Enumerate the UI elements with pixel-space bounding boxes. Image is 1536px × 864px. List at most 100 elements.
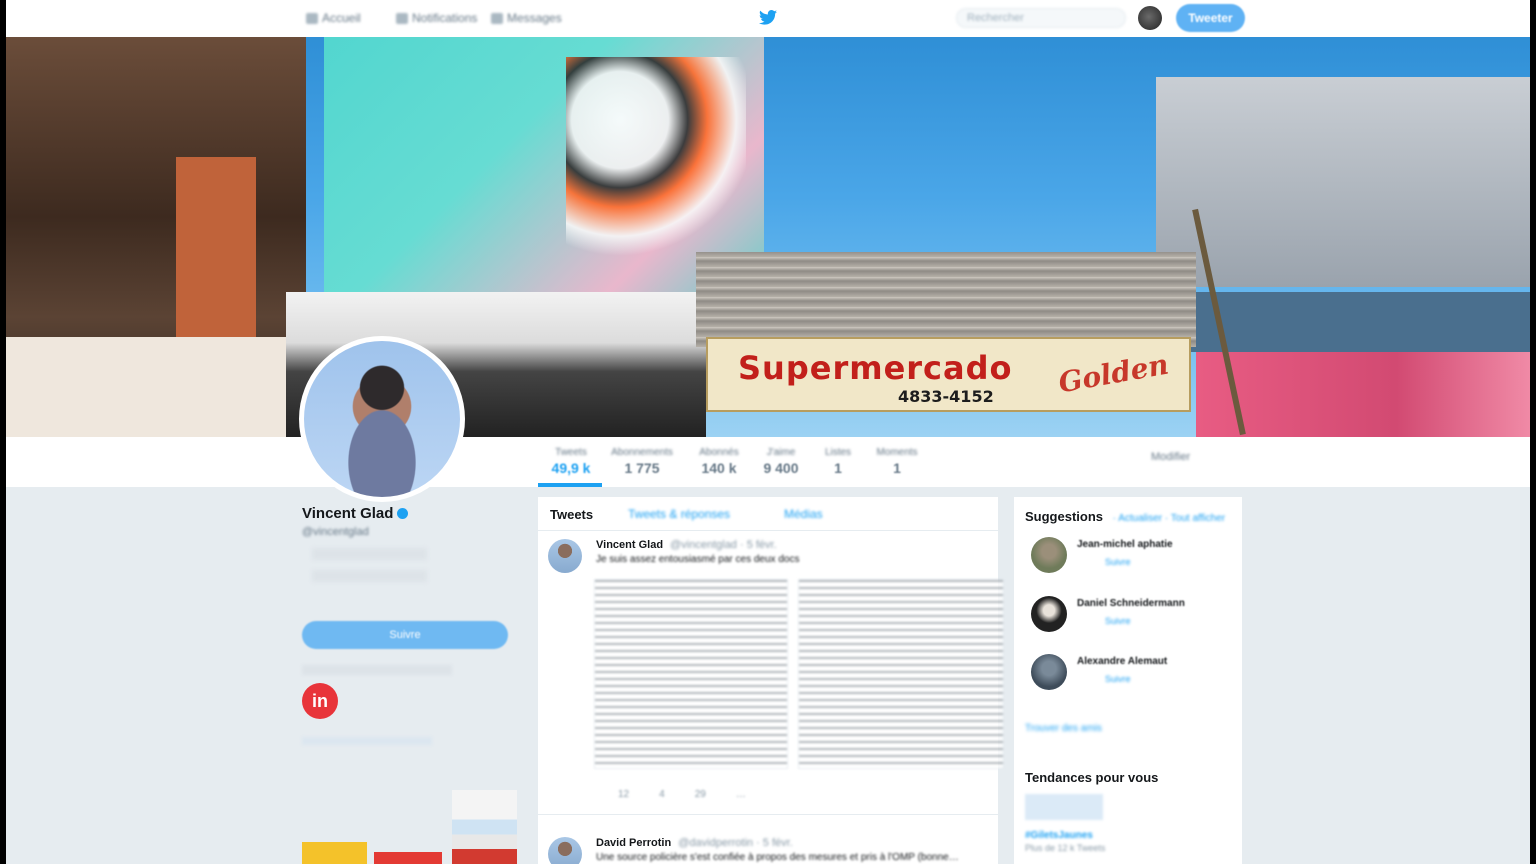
tweet-text: Je suis assez entousiasmé par ces deux d… xyxy=(596,554,800,565)
more-icon[interactable]: … xyxy=(736,789,746,800)
tweet-author[interactable]: David Perrotin xyxy=(596,837,671,849)
profile-bio xyxy=(312,548,427,603)
browser-screen: Accueil Notifications Messages Recherche… xyxy=(6,0,1530,864)
sign-word: Supermercado xyxy=(738,349,1013,387)
profile-banner: Supermercado 4833-4152 Golden xyxy=(6,37,1530,437)
profile-info-line xyxy=(302,665,452,675)
stat-value: 1 xyxy=(893,460,901,476)
tweet-avatar[interactable] xyxy=(548,539,582,573)
tweet-header: David Perrotin @davidperrotin · 5 févr. xyxy=(596,837,793,849)
tweet-image-document[interactable] xyxy=(798,579,1004,769)
tweet-author[interactable]: Vincent Glad xyxy=(596,539,663,551)
top-navigation: Accueil Notifications Messages Recherche… xyxy=(6,0,1530,37)
suggestions-refresh-link[interactable]: · Actualiser · Tout afficher xyxy=(1113,513,1225,524)
linkedin-logo-icon[interactable]: in xyxy=(302,683,338,719)
media-thumbnail[interactable] xyxy=(374,852,442,864)
find-friends-link[interactable]: Trouver des amis xyxy=(1025,723,1102,734)
twitter-bird-icon[interactable] xyxy=(759,10,777,25)
nav-notifications-label: Notifications xyxy=(412,11,478,25)
stat-label: Moments xyxy=(876,447,918,458)
suggestion-follow-button[interactable]: Suivre xyxy=(1105,616,1141,630)
stat-value: 1 775 xyxy=(624,460,660,476)
media-thumbnail[interactable] xyxy=(302,842,367,864)
stat-label: Abonnements xyxy=(611,447,673,458)
tweet-button[interactable]: Tweeter xyxy=(1176,4,1245,32)
stat-label: Tweets xyxy=(555,447,587,458)
tab-replies[interactable]: Tweets & réponses xyxy=(628,507,730,521)
suggestions-title: Suggestions · Actualiser · Tout afficher xyxy=(1025,509,1225,524)
suggestion-item[interactable]: Daniel Schneidermann Suivre xyxy=(1025,596,1225,636)
stat-value: 49,9 k xyxy=(551,460,591,476)
banner-mural-figure xyxy=(566,57,746,267)
stat-value: 1 xyxy=(834,460,842,476)
suggestion-follow-button[interactable]: Suivre xyxy=(1105,557,1141,571)
timeline-tabs: Tweets Tweets & réponses Médias xyxy=(538,497,998,531)
tweet[interactable]: David Perrotin @davidperrotin · 5 févr. … xyxy=(538,815,998,864)
trend-item[interactable]: #GiletsJaunes xyxy=(1025,830,1093,841)
trends-title: Tendances pour vous xyxy=(1025,770,1159,785)
suggestion-item[interactable]: Jean-michel aphatie Suivre xyxy=(1025,537,1225,577)
profile-handle: @vincentglad xyxy=(302,526,369,538)
suggestion-avatar[interactable] xyxy=(1031,537,1067,573)
profile-media-label xyxy=(302,737,432,745)
tweet-meta: @davidperrotin · 5 févr. xyxy=(678,837,793,849)
sign-script: Golden xyxy=(1055,347,1172,400)
suggestion-follow-button[interactable]: Suivre xyxy=(1105,674,1141,688)
trend-highlight[interactable] xyxy=(1025,794,1103,820)
stat-moments[interactable]: Moments 1 xyxy=(872,447,922,476)
nav-notifications[interactable]: Notifications xyxy=(396,11,477,25)
tweet-meta: @vincentglad · 5 févr. xyxy=(670,539,777,551)
home-icon xyxy=(306,12,318,24)
profile-stats-bar: Tweets 49,9 k Abonnements 1 775 Abonnés … xyxy=(6,437,1530,487)
right-sidebar: Suggestions · Actualiser · Tout afficher… xyxy=(1014,497,1242,864)
bell-icon xyxy=(396,12,408,24)
tab-tweets[interactable]: Tweets xyxy=(550,507,593,522)
suggestion-avatar[interactable] xyxy=(1031,654,1067,690)
profile-avatar[interactable] xyxy=(299,336,465,502)
envelope-icon xyxy=(491,12,503,24)
nav-home-label: Accueil xyxy=(322,11,361,25)
stat-followers[interactable]: Abonnés 140 k xyxy=(694,447,744,476)
supermarket-sign: Supermercado 4833-4152 Golden xyxy=(706,337,1191,412)
stat-value: 140 k xyxy=(701,460,737,476)
media-thumbnail[interactable] xyxy=(452,790,517,864)
stat-following[interactable]: Abonnements 1 775 xyxy=(606,447,678,476)
suggestion-item[interactable]: Alexandre Alemaut Suivre xyxy=(1025,654,1225,694)
nav-home[interactable]: Accueil xyxy=(306,11,361,25)
edit-profile-button[interactable]: Modifier xyxy=(1151,451,1201,469)
trend-meta: Plus de 12 k Tweets xyxy=(1025,843,1106,853)
active-tab-indicator xyxy=(538,483,602,487)
search-input[interactable]: Rechercher xyxy=(956,8,1126,28)
suggestion-name[interactable]: Alexandre Alemaut xyxy=(1077,656,1167,667)
profile-name-text: Vincent Glad xyxy=(302,505,394,522)
timeline: Tweets Tweets & réponses Médias Vincent … xyxy=(538,497,1004,864)
reply-icon[interactable]: 12 xyxy=(618,789,629,800)
stat-tweets[interactable]: Tweets 49,9 k xyxy=(546,447,596,476)
banner-wood-facade xyxy=(696,252,1196,347)
suggestion-name[interactable]: Daniel Schneidermann xyxy=(1077,598,1185,609)
retweet-icon[interactable]: 4 xyxy=(659,789,665,800)
media-thumbnails xyxy=(302,790,517,864)
sign-phone: 4833-4152 xyxy=(898,387,994,406)
stat-label: Listes xyxy=(824,447,852,458)
suggestion-name[interactable]: Jean-michel aphatie xyxy=(1077,539,1173,550)
follow-button[interactable]: Suivre xyxy=(302,621,508,649)
like-icon[interactable]: 29 xyxy=(695,789,706,800)
stat-likes[interactable]: J'aime 9 400 xyxy=(758,447,804,476)
tweet-header: Vincent Glad @vincentglad · 5 févr. xyxy=(596,539,777,551)
tweet[interactable]: Vincent Glad @vincentglad · 5 févr. Je s… xyxy=(538,531,1004,815)
stat-label: Abonnés xyxy=(699,447,739,458)
tweet-image-document[interactable] xyxy=(594,579,788,769)
user-avatar[interactable] xyxy=(1138,6,1162,30)
tweet-actions: 12 4 29 … xyxy=(618,789,746,800)
banner-right-building xyxy=(1156,77,1530,287)
profile-name: Vincent Glad xyxy=(302,505,517,522)
suggestion-avatar[interactable] xyxy=(1031,596,1067,632)
banner-pink-awning xyxy=(1196,352,1530,437)
stat-lists[interactable]: Listes 1 xyxy=(818,447,858,476)
nav-messages[interactable]: Messages xyxy=(491,11,562,25)
tweet-text: Une source policière s'est confiée à pro… xyxy=(596,852,959,863)
tweet-avatar[interactable] xyxy=(548,837,582,864)
tab-media[interactable]: Médias xyxy=(784,507,823,521)
page-background-right xyxy=(1248,487,1530,864)
